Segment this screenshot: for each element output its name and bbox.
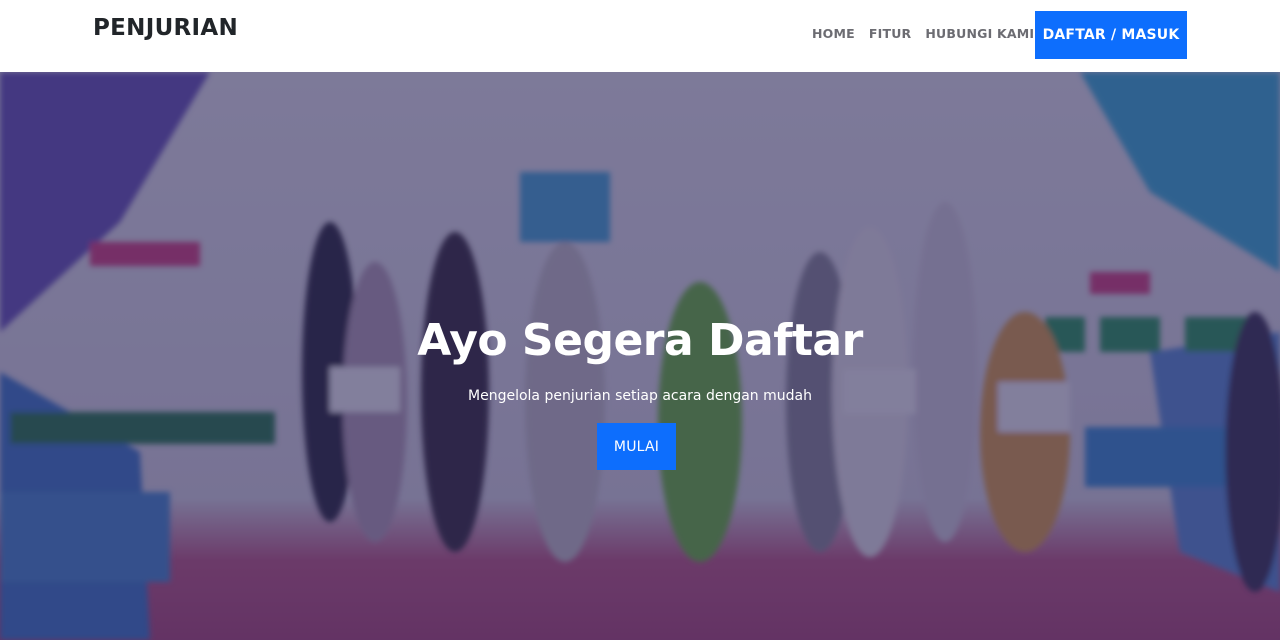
hero-title: Ayo Segera Daftar [417, 315, 863, 366]
nav-links: HOME FITUR HUBUNGI KAMI [812, 26, 1048, 41]
nav-link-fitur[interactable]: FITUR [869, 26, 912, 41]
nav-link-home[interactable]: HOME [812, 26, 855, 41]
nav-link-hubungi-kami[interactable]: HUBUNGI KAMI [925, 26, 1034, 41]
brand-logo-text[interactable]: PENJURIAN [93, 15, 238, 41]
start-button[interactable]: MULAI [597, 423, 676, 470]
hero-subtitle: Mengelola penjurian setiap acara dengan … [468, 388, 812, 404]
navbar: PENJURIAN HOME FITUR HUBUNGI KAMI DAFTAR… [0, 0, 1280, 72]
hero-content: Ayo Segera Daftar Mengelola penjurian se… [0, 72, 1280, 640]
register-login-button[interactable]: DAFTAR / MASUK [1035, 11, 1187, 59]
hero-section: Ayo Segera Daftar Mengelola penjurian se… [0, 72, 1280, 640]
